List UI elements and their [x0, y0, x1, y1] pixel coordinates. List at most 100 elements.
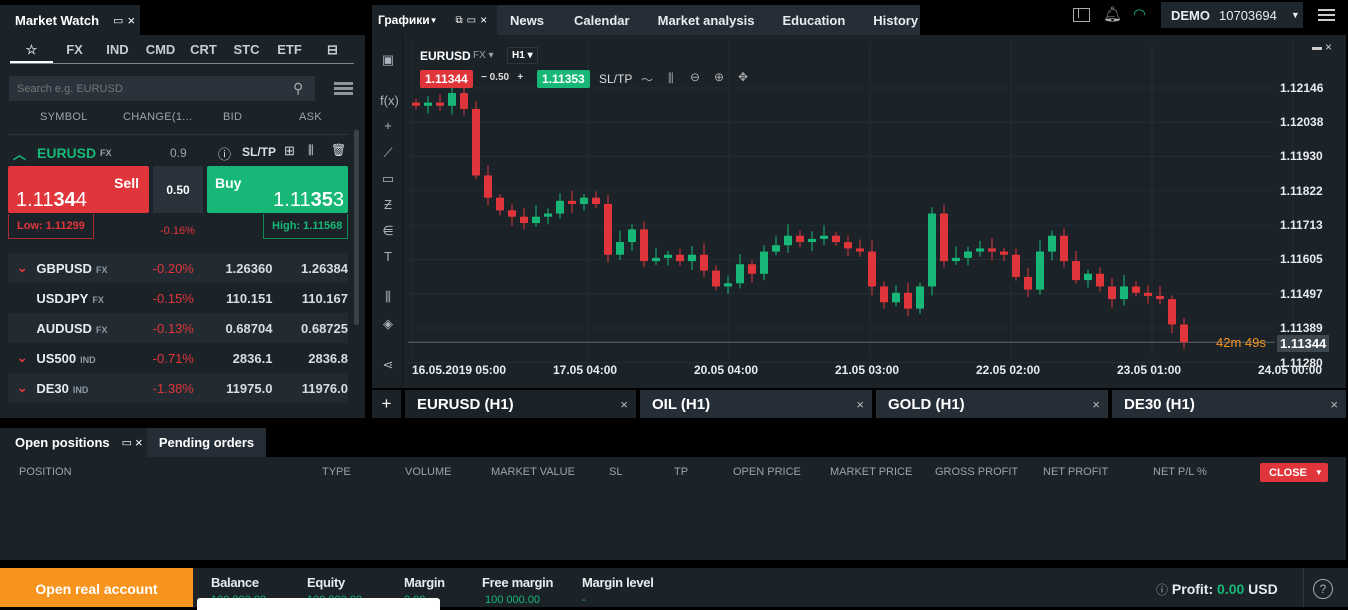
- candle: [1108, 286, 1116, 300]
- candle: [1096, 273, 1104, 287]
- profit-display: ⓘ Profit: 0.00 USD: [1156, 581, 1278, 597]
- column-header[interactable]: TP: [674, 466, 688, 478]
- candle: [448, 93, 456, 106]
- candle: [484, 175, 492, 198]
- info-icon: ⓘ: [1156, 583, 1169, 597]
- candle: [1072, 261, 1080, 281]
- candle: [436, 102, 444, 106]
- candle: [1000, 251, 1008, 255]
- candle: [604, 204, 612, 255]
- line-chart-icon[interactable]: 〜: [641, 71, 653, 88]
- time-tick: 21.05 03:00: [835, 363, 900, 377]
- chart-tab-oil[interactable]: OIL (H1) ×: [640, 390, 872, 418]
- minimize-icon[interactable]: ▬: [1312, 42, 1322, 53]
- open-real-account-button[interactable]: Open real account: [0, 568, 193, 607]
- candle: [676, 254, 684, 262]
- column-header[interactable]: TYPE: [322, 466, 351, 478]
- open-positions-tab[interactable]: Open positions ▭ ×: [0, 428, 147, 457]
- candle: [928, 213, 936, 287]
- close-chart-icon[interactable]: ×: [1325, 40, 1332, 54]
- candle: [808, 238, 816, 243]
- close-icon[interactable]: ×: [135, 435, 143, 450]
- candle: [652, 257, 660, 262]
- candle: [520, 216, 528, 224]
- candle: [1168, 299, 1176, 325]
- candle: [940, 213, 948, 262]
- balance-label: Balance: [211, 575, 259, 590]
- price-tick: 1.11822: [1280, 183, 1323, 198]
- chart-tab-gold[interactable]: GOLD (H1) ×: [876, 390, 1108, 418]
- close-all-button[interactable]: CLOSE ▼: [1260, 463, 1328, 482]
- price-tick: 1.11389: [1280, 320, 1323, 335]
- candle: [1144, 292, 1152, 296]
- chart-buy-button[interactable]: 1.11353: [537, 70, 590, 88]
- candle: [664, 254, 672, 258]
- free-margin-label: Free margin: [482, 575, 554, 590]
- candlestick-chart[interactable]: [0, 0, 1348, 390]
- chart-sell-button[interactable]: 1.11344: [420, 70, 473, 88]
- column-header[interactable]: MARKET VALUE: [491, 466, 575, 478]
- price-tick: 1.11713: [1280, 218, 1323, 233]
- footer-divider: [1303, 568, 1304, 607]
- candle: [700, 254, 708, 271]
- chart-tab-de30[interactable]: DE30 (H1) ×: [1112, 390, 1346, 418]
- chart-symbol-type[interactable]: FX ▾: [473, 50, 494, 61]
- column-header[interactable]: NET PROFIT: [1043, 466, 1108, 478]
- timeframe-select[interactable]: H1 ▾: [507, 47, 538, 64]
- candle: [544, 213, 552, 217]
- column-header[interactable]: NET P/L %: [1153, 466, 1207, 478]
- candle: [796, 235, 804, 243]
- column-header[interactable]: SL: [609, 466, 622, 478]
- candle: [460, 93, 468, 109]
- price-tick: 1.12146: [1280, 81, 1324, 95]
- candle: [580, 197, 588, 205]
- free-margin-value: 100 000.00: [485, 594, 541, 606]
- time-tick: 17.05 04:00: [553, 363, 618, 377]
- chart-symbol[interactable]: EURUSD: [420, 49, 471, 63]
- margin-level-value: -: [582, 594, 586, 606]
- help-icon[interactable]: ?: [1313, 579, 1333, 599]
- candle: [748, 264, 756, 274]
- candle: [616, 242, 624, 255]
- equity-label: Equity: [307, 575, 345, 590]
- candle-countdown: 42m 49s: [1216, 335, 1266, 350]
- chart-volume[interactable]: − 0.50 +: [481, 72, 523, 83]
- candle: [532, 216, 540, 224]
- candle: [1084, 273, 1092, 281]
- column-header[interactable]: GROSS PROFIT: [935, 466, 1018, 478]
- move-icon[interactable]: ✥: [738, 70, 748, 84]
- time-tick: 24.05 00:00: [1258, 363, 1323, 377]
- column-header[interactable]: VOLUME: [405, 466, 451, 478]
- candle: [1180, 324, 1188, 343]
- price-tick: 1.11930: [1280, 149, 1323, 164]
- close-icon: ×: [620, 396, 628, 412]
- candle: [832, 235, 840, 243]
- candle: [964, 251, 972, 258]
- pending-orders-tab[interactable]: Pending orders: [147, 428, 266, 457]
- candle: [1120, 286, 1128, 300]
- candle: [760, 251, 768, 274]
- price-tick: 1.11497: [1280, 286, 1323, 301]
- chart-tab-eurusd[interactable]: EURUSD (H1) ×: [405, 390, 636, 418]
- zoom-in-icon[interactable]: ⊕: [714, 70, 724, 84]
- time-tick: 20.05 04:00: [694, 363, 759, 377]
- maximize-icon[interactable]: ▭: [122, 436, 132, 449]
- candle: [1156, 295, 1164, 300]
- chart-sltp-button[interactable]: SL/TP: [599, 72, 632, 86]
- time-tick: 23.05 01:00: [1117, 363, 1182, 377]
- add-chart-button[interactable]: +: [372, 390, 401, 418]
- column-header[interactable]: OPEN PRICE: [733, 466, 801, 478]
- candle: [472, 108, 480, 176]
- candles-icon[interactable]: ⫼: [668, 71, 674, 86]
- candle: [1060, 235, 1068, 262]
- zoom-out-icon[interactable]: ⊖: [690, 70, 700, 84]
- candle: [1036, 251, 1044, 290]
- close-icon: ×: [1330, 396, 1338, 412]
- candle: [916, 286, 924, 309]
- column-header[interactable]: POSITION: [19, 466, 72, 478]
- candle: [844, 242, 852, 249]
- popup-overlay[interactable]: [197, 598, 440, 610]
- current-price-label: 1.11344: [1277, 335, 1330, 352]
- candle: [688, 254, 696, 262]
- column-header[interactable]: MARKET PRICE: [830, 466, 912, 478]
